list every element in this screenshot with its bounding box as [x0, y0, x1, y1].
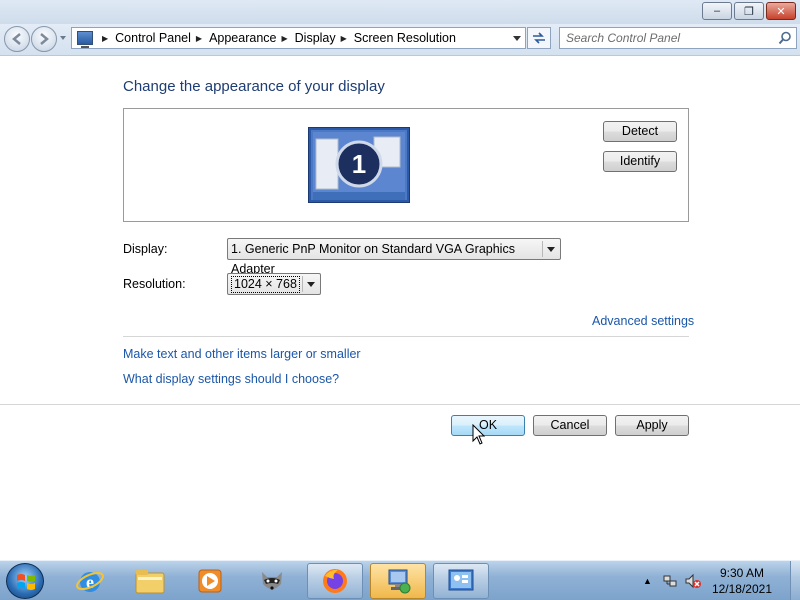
resolution-select-value: 1024 × 768 — [231, 276, 300, 293]
navigation-bar: ▶ Control Panel ▶ Appearance ▶ Display ▶… — [0, 24, 800, 56]
network-icon[interactable] — [662, 573, 678, 589]
identify-button[interactable]: Identify — [603, 151, 677, 172]
clock-time: 9:30 AM — [719, 566, 764, 580]
internet-explorer-icon: e — [76, 571, 104, 592]
resolution-label: Resolution: — [123, 277, 186, 291]
display-select-value: 1. Generic PnP Monitor on Standard VGA G… — [231, 242, 515, 276]
monitor-1-icon[interactable]: 1 — [308, 127, 410, 203]
volume-muted-icon[interactable] — [684, 573, 702, 589]
raccoon-app-icon — [262, 572, 282, 590]
page-title: Change the appearance of your display — [123, 78, 385, 95]
divider — [123, 336, 689, 337]
breadcrumb-appearance[interactable]: Appearance — [209, 31, 276, 45]
display-label: Display: — [123, 242, 168, 256]
media-player-icon — [198, 569, 222, 593]
address-dropdown-chevron-icon[interactable] — [513, 36, 521, 41]
control-panel-monitor-icon — [77, 31, 93, 48]
forward-button[interactable] — [31, 26, 57, 52]
select-divider — [302, 276, 303, 292]
window-title-bar: – ❐ — [0, 0, 800, 24]
search-input[interactable] — [560, 28, 770, 48]
back-arrow-icon — [12, 33, 21, 45]
monitor-arrangement-panel: 1 Detect Identify — [123, 108, 689, 222]
taskbar-firefox[interactable] — [307, 563, 363, 599]
advanced-settings-link[interactable]: Advanced settings — [592, 314, 694, 328]
file-explorer-icon — [135, 570, 165, 594]
breadcrumb-arrow-icon[interactable]: ▶ — [341, 34, 347, 43]
address-bar[interactable]: ▶ Control Panel ▶ Appearance ▶ Display ▶… — [71, 27, 526, 49]
breadcrumb-arrow-icon[interactable]: ▶ — [281, 34, 287, 43]
chevron-down-icon[interactable] — [307, 282, 315, 287]
breadcrumb-control-panel[interactable]: Control Panel — [115, 31, 191, 45]
taskbar-internet-explorer[interactable]: e — [62, 563, 118, 599]
breadcrumb: ▶ Control Panel ▶ Appearance ▶ Display ▶… — [97, 31, 456, 45]
control-panel-icon — [448, 569, 474, 591]
detect-button[interactable]: Detect — [603, 121, 677, 142]
clock-date: 12/18/2021 — [711, 582, 772, 596]
start-button[interactable] — [6, 563, 44, 599]
breadcrumb-arrow-icon[interactable]: ▶ — [196, 34, 202, 43]
remote-desktop-icon — [388, 569, 411, 594]
search-icon[interactable] — [778, 31, 792, 45]
chevron-down-icon[interactable] — [547, 247, 555, 252]
taskbar-file-explorer[interactable] — [122, 563, 178, 599]
firefox-icon — [323, 569, 347, 593]
windows-logo-icon — [17, 574, 35, 590]
back-button[interactable] — [4, 26, 30, 52]
apply-button[interactable]: Apply — [615, 415, 689, 436]
text-size-link[interactable]: Make text and other items larger or smal… — [123, 347, 361, 361]
taskbar-control-panel[interactable] — [433, 563, 489, 599]
restore-button[interactable]: ❐ — [734, 2, 764, 20]
show-desktop-button[interactable] — [790, 561, 800, 600]
display-select[interactable]: 1. Generic PnP Monitor on Standard VGA G… — [227, 238, 561, 276]
search-box[interactable] — [559, 27, 797, 49]
close-button[interactable] — [766, 2, 796, 20]
forward-arrow-icon — [40, 33, 49, 45]
taskbar-media-player[interactable] — [182, 563, 238, 599]
taskbar: e ▲ 9:30 AM 12/18/2021 — [0, 560, 800, 600]
window-controls: – ❐ — [702, 2, 796, 20]
breadcrumb-screen-resolution[interactable]: Screen Resolution — [354, 31, 456, 45]
recent-pages-chevron-icon[interactable] — [60, 36, 66, 40]
divider — [0, 404, 800, 405]
select-divider — [542, 241, 543, 257]
taskbar-raccoon-app[interactable] — [244, 563, 300, 599]
system-tray: ▲ 9:30 AM 12/18/2021 — [643, 561, 800, 600]
resolution-select[interactable]: 1024 × 768 — [227, 273, 321, 295]
display-help-link[interactable]: What display settings should I choose? — [123, 372, 339, 386]
clock[interactable]: 9:30 AM 12/18/2021 — [712, 565, 772, 597]
refresh-arrows-icon — [533, 32, 545, 44]
refresh-button[interactable] — [527, 27, 551, 49]
breadcrumb-arrow-icon[interactable]: ▶ — [102, 34, 108, 43]
mouse-cursor-icon — [472, 424, 486, 445]
breadcrumb-display[interactable]: Display — [295, 31, 336, 45]
monitor-number: 1 — [352, 149, 366, 179]
cancel-button[interactable]: Cancel — [533, 415, 607, 436]
taskbar-remote-desktop[interactable] — [370, 563, 426, 599]
minimize-button[interactable]: – — [702, 2, 732, 20]
show-hidden-icons-icon[interactable]: ▲ — [643, 576, 652, 586]
ok-button[interactable]: OK — [451, 415, 525, 436]
